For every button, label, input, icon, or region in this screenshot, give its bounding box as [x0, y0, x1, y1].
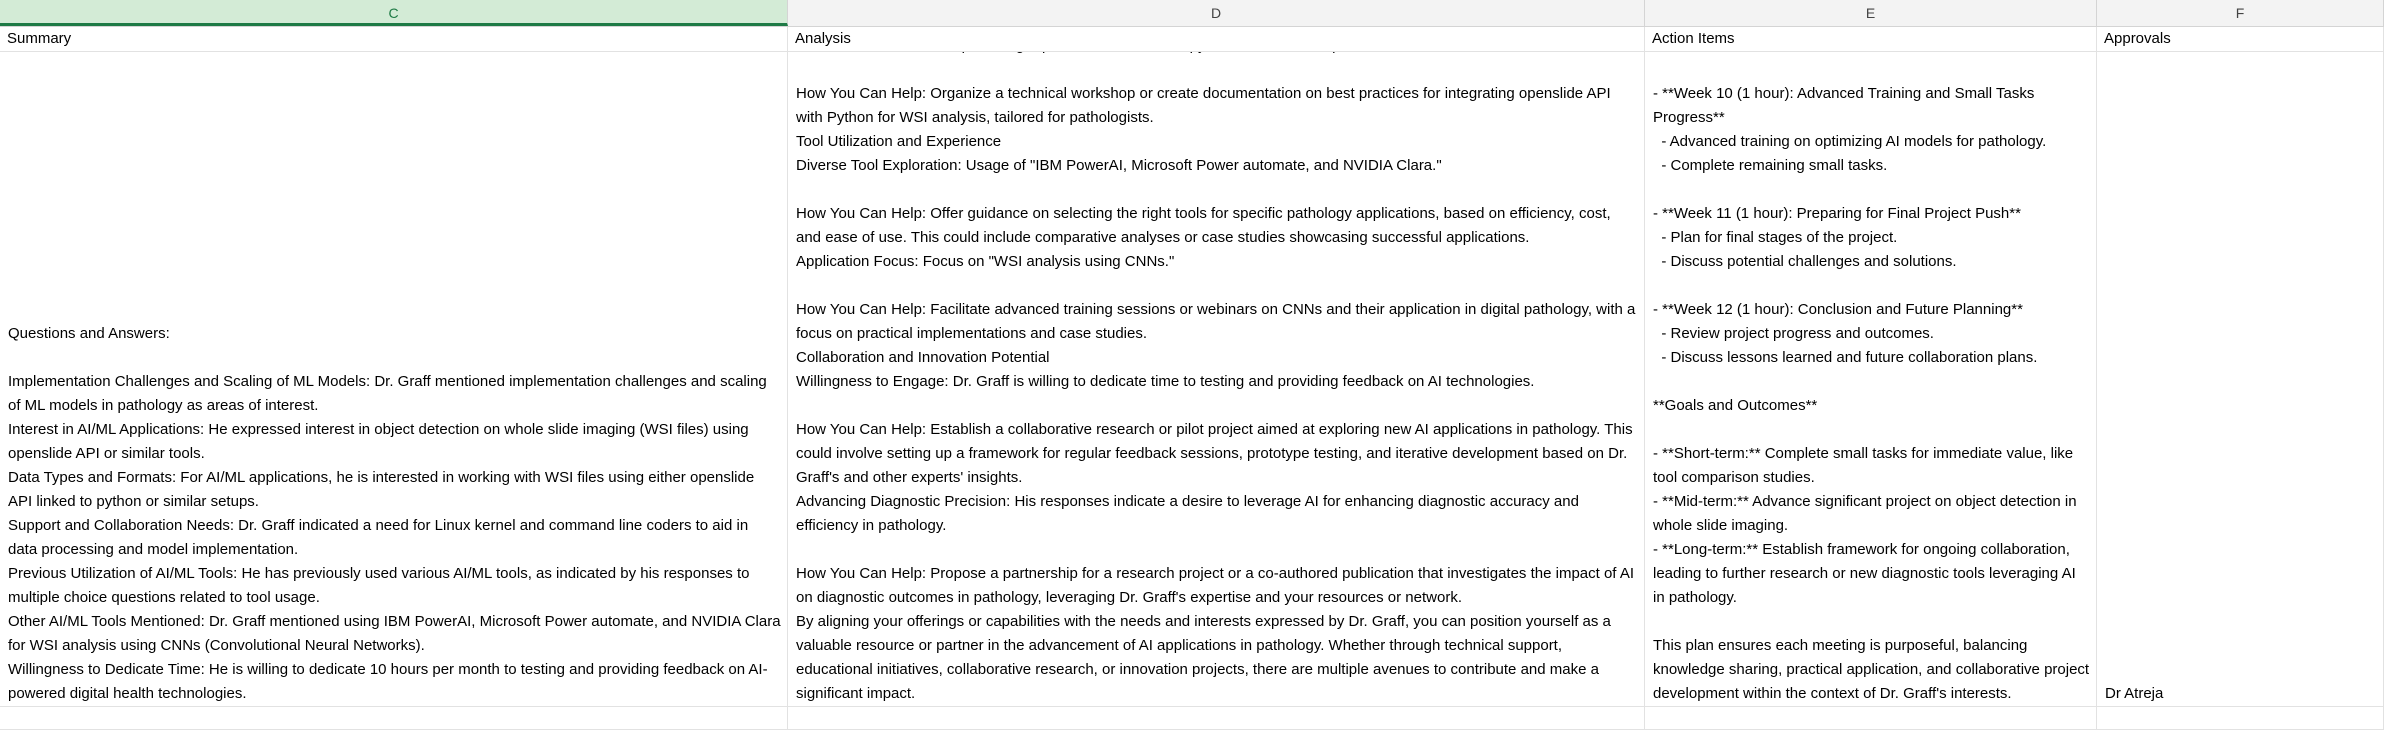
content-row: Questions and Answers: Implementation Ch… [0, 52, 2384, 707]
cell-action-items[interactable]: - **Week 10 (1 hour): Advanced Training … [1645, 52, 2097, 706]
cell-summary[interactable]: Questions and Answers: Implementation Ch… [0, 52, 788, 706]
analysis-text: Preferred Tools and Setups: Using "opens… [796, 52, 1636, 702]
header-row: Summary Analysis Action Items Approvals [0, 27, 2384, 52]
cell-summary-header[interactable]: Summary [0, 27, 788, 51]
cell-analysis-header[interactable]: Analysis [788, 27, 1645, 51]
cell-action-items-header[interactable]: Action Items [1645, 27, 2097, 51]
column-header-row: C D E F [0, 0, 2384, 27]
cell-empty-c[interactable] [0, 707, 788, 729]
action-items-text: - **Week 10 (1 hour): Advanced Training … [1653, 85, 2090, 702]
approvals-text: Dr Atreja [2105, 685, 2164, 702]
cell-approvals-header[interactable]: Approvals [2097, 27, 2384, 51]
cell-analysis[interactable]: Preferred Tools and Setups: Using "opens… [788, 52, 1645, 706]
column-header-e[interactable]: E [1645, 0, 2097, 26]
empty-row [0, 707, 2384, 730]
column-header-d[interactable]: D [788, 0, 1645, 26]
cell-approvals[interactable]: Dr Atreja [2097, 52, 2384, 706]
column-header-f[interactable]: F [2097, 0, 2384, 26]
cell-empty-e[interactable] [1645, 707, 2097, 729]
summary-text: Questions and Answers: Implementation Ch… [8, 325, 781, 702]
column-header-c[interactable]: C [0, 0, 788, 26]
cell-empty-f[interactable] [2097, 707, 2384, 729]
cell-empty-d[interactable] [788, 707, 1645, 729]
